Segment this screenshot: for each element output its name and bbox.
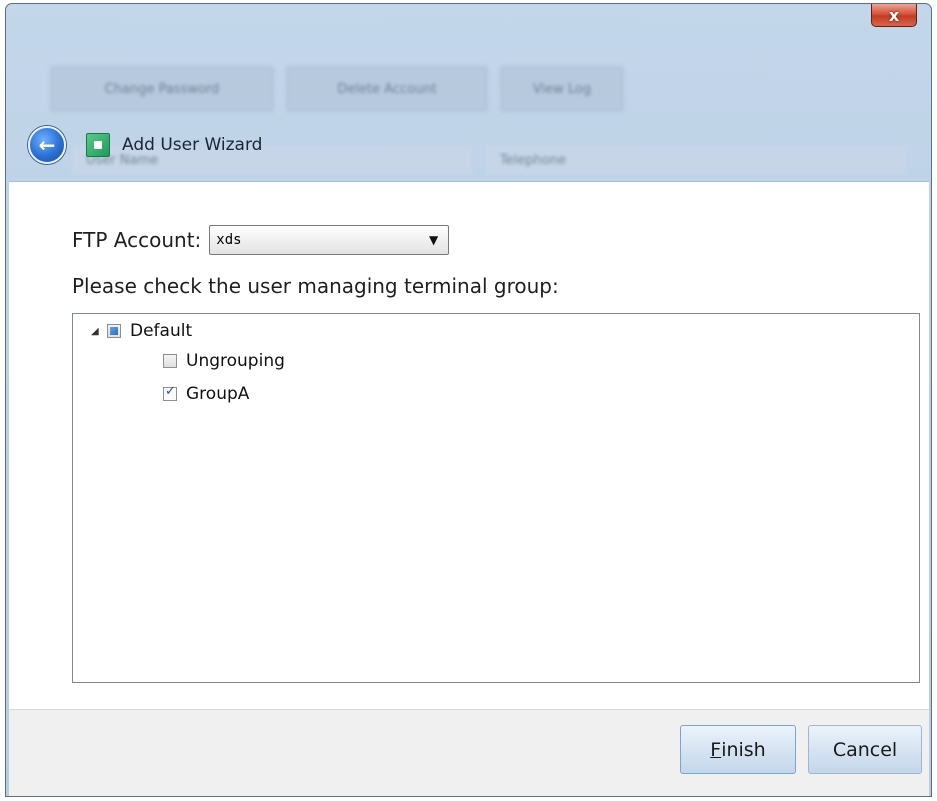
wizard-title-bar: ← Add User Wizard xyxy=(28,124,262,166)
group-instruction: Please check the user managing terminal … xyxy=(72,274,559,298)
tree-node-label: GroupA xyxy=(186,384,250,404)
ftp-account-label: FTP Account: xyxy=(72,228,202,252)
expand-triangle-icon[interactable]: ◢ xyxy=(91,326,107,337)
bg-view-log-button: View Log xyxy=(500,66,624,112)
tree-node-label: Default xyxy=(130,321,193,341)
finish-button[interactable]: Finish xyxy=(680,725,796,774)
back-button[interactable]: ← xyxy=(28,126,66,164)
wizard-window: x Change Password Delete Account View Lo… xyxy=(5,3,932,797)
arrow-left-icon: ← xyxy=(38,133,56,157)
ftp-account-select[interactable]: xds ▼ xyxy=(209,225,450,255)
ftp-account-value: xds xyxy=(216,232,242,248)
tree-node-label: Ungrouping xyxy=(186,351,285,371)
default-checkbox[interactable] xyxy=(107,324,121,338)
app-icon xyxy=(86,133,110,157)
bg-change-password-button: Change Password xyxy=(50,66,274,112)
ftp-account-row: FTP Account: xds ▼ xyxy=(72,225,450,255)
ungrouping-checkbox[interactable] xyxy=(163,354,177,368)
tree-node-default[interactable]: ◢ Default xyxy=(91,321,192,341)
wizard-footer: Finish Cancel xyxy=(9,709,929,796)
terminal-group-tree[interactable]: ◢ Default Ungrouping GroupA xyxy=(72,313,920,683)
wizard-content: FTP Account: xds ▼ Please check the user… xyxy=(9,181,929,710)
cancel-button[interactable]: Cancel xyxy=(808,725,922,774)
wizard-title: Add User Wizard xyxy=(122,135,263,155)
bg-delete-account-button: Delete Account xyxy=(286,66,488,112)
finish-mnemonic: F xyxy=(710,738,722,761)
groupa-checkbox[interactable] xyxy=(163,384,177,401)
finish-label-rest: inish xyxy=(721,738,766,761)
tree-node-ungrouping[interactable]: Ungrouping xyxy=(163,351,285,371)
chevron-down-icon: ▼ xyxy=(429,233,439,247)
tree-node-groupa[interactable]: GroupA xyxy=(163,384,249,404)
bg-column-telephone: Telephone xyxy=(486,146,906,174)
